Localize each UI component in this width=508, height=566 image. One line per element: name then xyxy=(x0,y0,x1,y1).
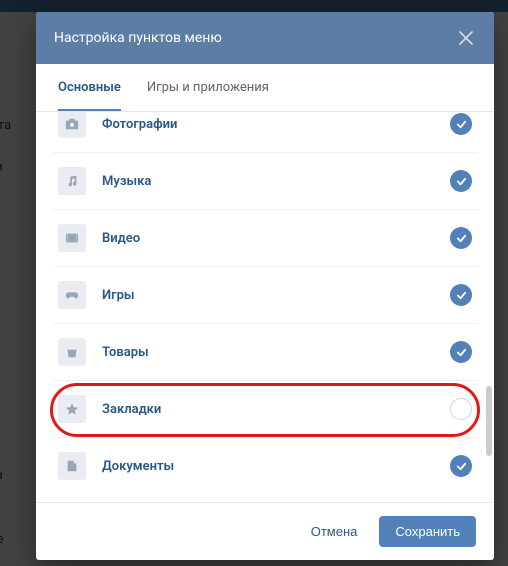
scrollbar[interactable] xyxy=(486,118,492,496)
enable-toggle[interactable] xyxy=(450,341,472,363)
star-icon xyxy=(58,395,86,423)
tab-apps[interactable]: Игры и приложения xyxy=(147,64,269,111)
menu-item-row[interactable]: Документы xyxy=(52,438,478,494)
menu-settings-modal: Настройка пунктов меню Основные Игры и п… xyxy=(36,12,494,560)
close-button[interactable] xyxy=(456,28,476,48)
enable-toggle[interactable] xyxy=(450,398,472,420)
menu-item-label: Видео xyxy=(102,231,450,246)
menu-item-row[interactable]: Видео xyxy=(52,210,478,267)
menu-items-list: Фотографии Музыка Видео Игры Товары Закладки Д… xyxy=(36,112,494,502)
menu-item-label: Закладки xyxy=(102,402,450,417)
menu-item-label: Игры xyxy=(102,288,450,303)
menu-item-row[interactable]: Товары xyxy=(52,324,478,381)
bag-icon xyxy=(58,338,86,366)
menu-item-row[interactable]: Фотографии xyxy=(52,112,478,153)
gamepad-icon xyxy=(58,281,86,309)
menu-item-label: Фотографии xyxy=(102,117,450,132)
menu-item-row[interactable]: Игры xyxy=(52,267,478,324)
menu-item-label: Музыка xyxy=(102,174,450,189)
menu-item-row[interactable]: Музыка xyxy=(52,153,478,210)
tabs-bar: Основные Игры и приложения xyxy=(36,64,494,112)
modal-footer: Отмена Сохранить xyxy=(36,502,494,560)
tab-main[interactable]: Основные xyxy=(58,64,121,111)
save-button[interactable]: Сохранить xyxy=(379,516,476,547)
cancel-button[interactable]: Отмена xyxy=(295,516,374,547)
enable-toggle[interactable] xyxy=(450,113,472,135)
enable-toggle[interactable] xyxy=(450,227,472,249)
video-icon xyxy=(58,224,86,252)
enable-toggle[interactable] xyxy=(450,170,472,192)
modal-title: Настройка пунктов меню xyxy=(54,30,222,46)
enable-toggle[interactable] xyxy=(450,284,472,306)
document-icon xyxy=(58,452,86,480)
menu-item-row[interactable]: Закладки xyxy=(52,381,478,438)
close-icon xyxy=(459,31,473,45)
menu-item-label: Документы xyxy=(102,459,450,474)
camera-icon xyxy=(58,112,86,138)
scrollbar-thumb[interactable] xyxy=(486,386,492,456)
menu-item-label: Товары xyxy=(102,345,450,360)
enable-toggle[interactable] xyxy=(450,455,472,477)
modal-header: Настройка пунктов меню xyxy=(36,12,494,64)
music-icon xyxy=(58,167,86,195)
